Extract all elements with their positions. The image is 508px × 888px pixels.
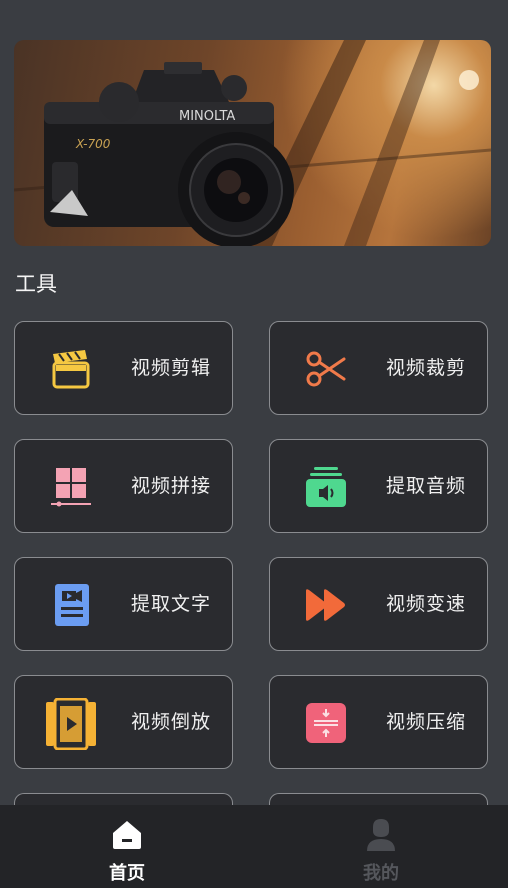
grid-merge-icon (51, 468, 91, 507)
compress-icon (306, 703, 346, 743)
svg-text:X-700: X-700 (75, 137, 111, 151)
tool-video-edit[interactable]: 视频剪辑 (14, 321, 233, 415)
tool-card-partial[interactable] (269, 793, 488, 805)
user-icon (367, 819, 395, 851)
tool-label: 视频变速 (386, 593, 467, 615)
svg-text:MINOLTA: MINOLTA (179, 109, 235, 124)
home-icon (113, 821, 141, 849)
clapperboard-icon (52, 350, 90, 389)
tool-label: 视频裁剪 (386, 357, 467, 379)
tool-video-crop[interactable]: 视频裁剪 (269, 321, 488, 415)
tool-label: 视频剪辑 (131, 357, 212, 379)
film-reverse-icon (46, 698, 96, 750)
fast-forward-icon (306, 589, 345, 621)
tool-label: 视频拼接 (131, 475, 212, 497)
scissors-icon (306, 351, 346, 387)
tool-label: 提取音频 (386, 475, 467, 497)
video-text-icon (55, 584, 89, 626)
tool-card-partial[interactable] (14, 793, 233, 805)
tab-label: 首页 (109, 863, 145, 884)
audio-extract-icon (306, 467, 346, 507)
banner-image[interactable]: MINOLTA X-700 (14, 40, 491, 246)
tool-label: 视频倒放 (131, 711, 212, 733)
tool-extract-text[interactable]: 提取文字 (14, 557, 233, 651)
tab-mine[interactable]: 我的 (254, 805, 508, 888)
tool-video-merge[interactable]: 视频拼接 (14, 439, 233, 533)
tool-video-speed[interactable]: 视频变速 (269, 557, 488, 651)
section-title: 工具 (15, 272, 57, 296)
tool-video-reverse[interactable]: 视频倒放 (14, 675, 233, 769)
tab-label: 我的 (363, 863, 399, 884)
tool-video-compress[interactable]: 视频压缩 (269, 675, 488, 769)
camera-photo: MINOLTA X-700 (14, 40, 491, 246)
tool-extract-audio[interactable]: 提取音频 (269, 439, 488, 533)
bottom-tab-bar: 首页 我的 (0, 805, 508, 888)
tab-home[interactable]: 首页 (0, 805, 254, 888)
tool-label: 视频压缩 (386, 711, 467, 733)
tool-label: 提取文字 (131, 593, 212, 615)
